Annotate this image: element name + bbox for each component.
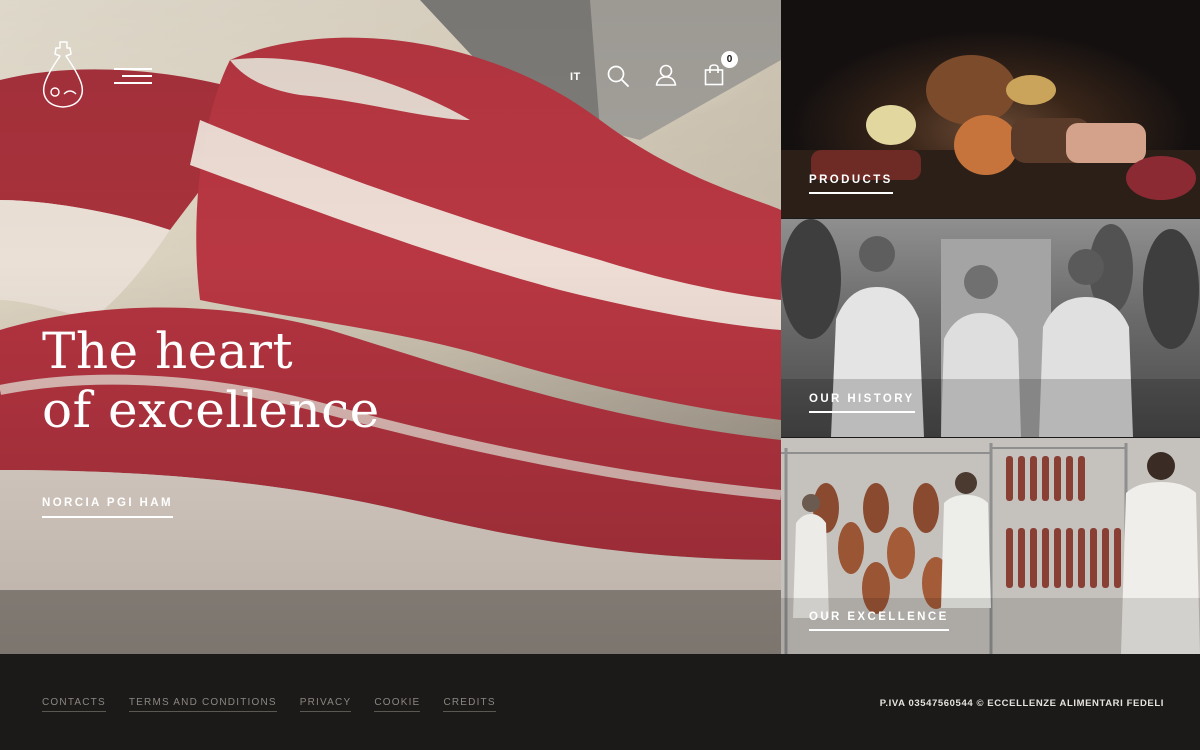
our-excellence-panel[interactable]: OUR EXCELLENCE	[781, 438, 1200, 654]
cart-count-badge: 0	[721, 51, 738, 68]
footer-link-credits[interactable]: CREDITS	[443, 697, 496, 712]
products-panel[interactable]: PRODUCTS	[781, 0, 1200, 218]
search-icon[interactable]	[606, 64, 630, 88]
our-history-panel[interactable]: OUR HISTORY	[781, 219, 1200, 437]
user-icon[interactable]	[655, 64, 677, 86]
hero-title-line-1: The heart	[42, 322, 294, 380]
hero-title-line-2: of excellence	[42, 381, 380, 439]
footer-link-cookie[interactable]: COOKIE	[374, 697, 421, 712]
ham-leg-icon[interactable]	[40, 40, 86, 110]
products-link[interactable]: PRODUCTS	[809, 174, 893, 194]
shopping-bag-icon[interactable]	[704, 64, 724, 86]
page: IT 0 The heart of excellence NORCIA PGI …	[0, 0, 1200, 750]
hero-section: IT 0 The heart of excellence NORCIA PGI …	[0, 0, 781, 654]
hero-title: The heart of excellence	[42, 322, 380, 440]
our-history-link[interactable]: OUR HISTORY	[809, 393, 915, 413]
footer-nav: CONTACTS TERMS AND CONDITIONS PRIVACY CO…	[42, 697, 496, 712]
our-excellence-link[interactable]: OUR EXCELLENCE	[809, 611, 949, 631]
copyright-text: P.IVA 03547560544 © ECCELLENZE ALIMENTAR…	[879, 698, 1164, 709]
footer-link-privacy[interactable]: PRIVACY	[299, 697, 352, 712]
footer-link-terms[interactable]: TERMS AND CONDITIONS	[128, 697, 277, 712]
language-switch[interactable]: IT	[570, 71, 581, 83]
menu-icon[interactable]	[112, 68, 152, 84]
footer-link-contacts[interactable]: CONTACTS	[42, 697, 106, 712]
norcia-pgi-ham-link[interactable]: NORCIA PGI HAM	[42, 497, 173, 518]
